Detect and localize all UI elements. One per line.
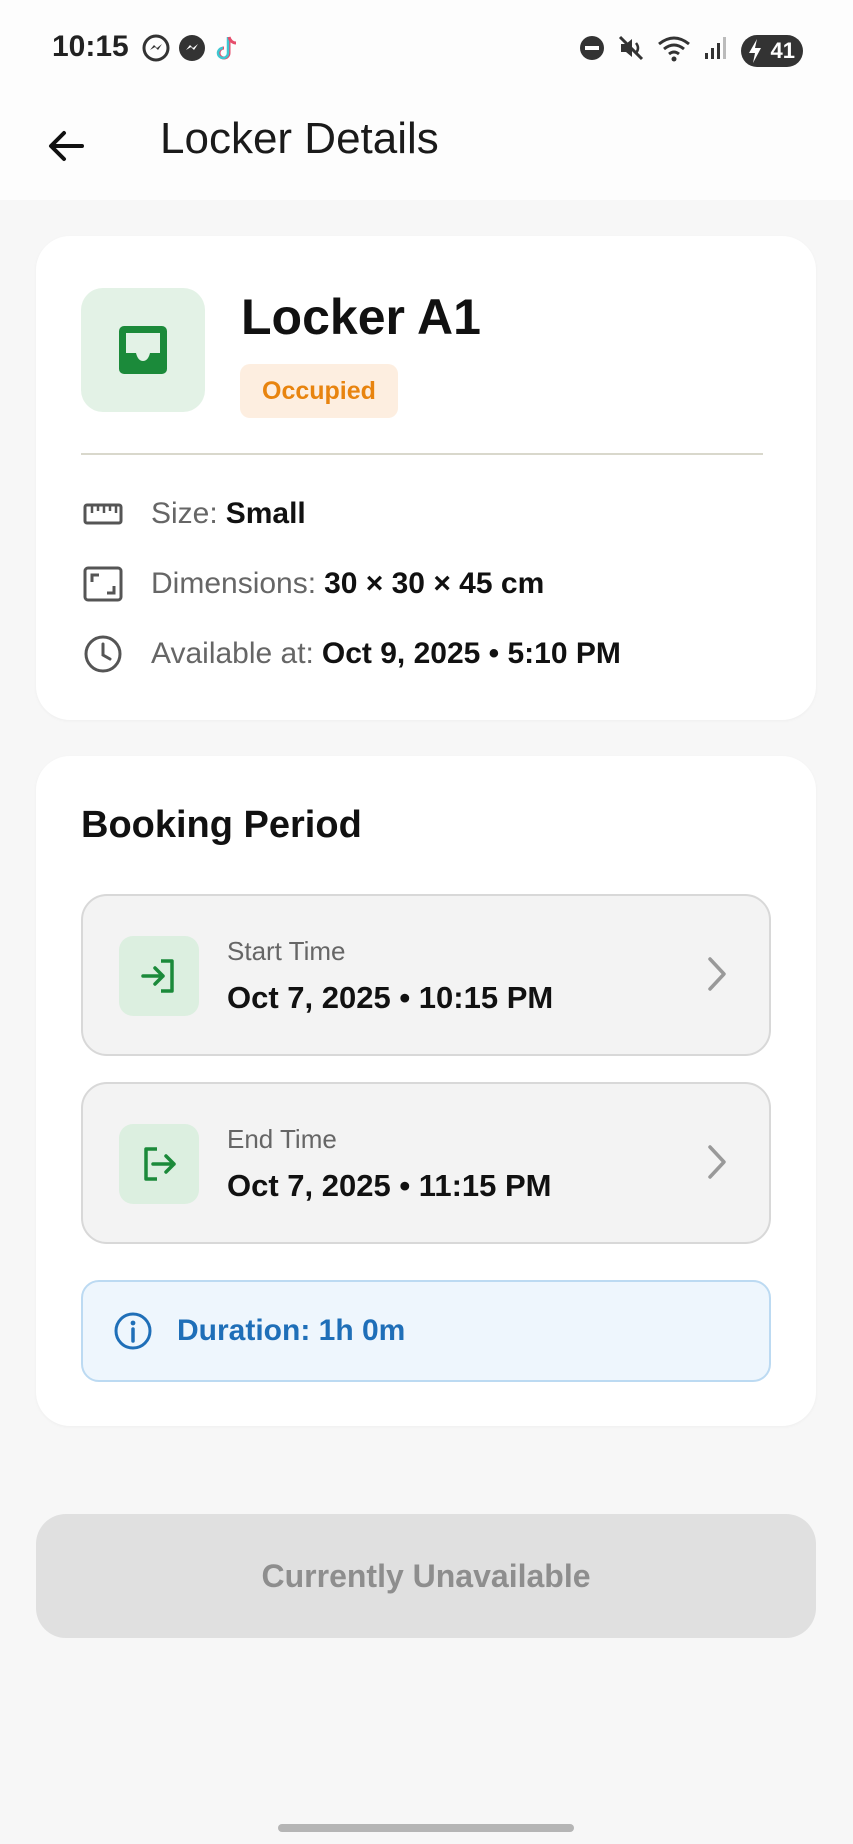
start-time-picker[interactable]: Start Time Oct 7, 2025 • 10:15 PM [81, 894, 771, 1056]
book-locker-button[interactable]: Currently Unavailable [36, 1514, 816, 1638]
end-time-value: Oct 7, 2025 • 11:15 PM [227, 1168, 552, 1203]
locker-name: Locker A1 [241, 289, 481, 345]
logout-icon [119, 1124, 199, 1204]
messenger-icon [178, 34, 206, 67]
messenger-icon [142, 34, 170, 67]
login-icon [119, 936, 199, 1016]
clock-icon [81, 632, 125, 676]
status-bar: 10:15 41 [0, 0, 853, 100]
battery-level: 41 [770, 37, 795, 63]
chevron-right-icon [705, 1142, 729, 1187]
size-label: Size: [151, 497, 218, 530]
mute-icon [617, 34, 645, 67]
wifi-icon [657, 34, 691, 67]
aspect-ratio-icon [81, 562, 125, 606]
status-badge: Occupied [240, 364, 398, 418]
start-time-label: Start Time [227, 936, 346, 966]
divider [81, 453, 763, 455]
chevron-right-icon [705, 954, 729, 999]
size-value: Small [225, 497, 306, 530]
size-row: Size: Small [81, 492, 306, 536]
ruler-icon [81, 492, 125, 536]
available-value: Oct 9, 2025 • 5:10 PM [321, 637, 621, 670]
info-icon [113, 1311, 153, 1351]
app-bar: Locker Details [0, 100, 853, 200]
locker-info-card: Locker A1 Occupied Size: Small Dimension… [36, 236, 816, 720]
do-not-disturb-icon [579, 35, 605, 66]
status-time: 10:15 [52, 30, 129, 63]
notification-icons [142, 34, 242, 67]
booking-section-title: Booking Period [81, 804, 362, 846]
system-icons: 41 [579, 34, 803, 67]
end-time-picker[interactable]: End Time Oct 7, 2025 • 11:15 PM [81, 1082, 771, 1244]
dimensions-label: Dimensions: [151, 567, 317, 600]
home-indicator[interactable] [278, 1824, 574, 1832]
page-title: Locker Details [160, 114, 439, 163]
signal-icon [703, 35, 729, 66]
start-time-value: Oct 7, 2025 • 10:15 PM [227, 980, 554, 1015]
inbox-tray-icon [119, 326, 167, 374]
available-label: Available at: [151, 637, 314, 670]
tiktok-icon [214, 34, 242, 67]
available-row: Available at: Oct 9, 2025 • 5:10 PM [81, 632, 621, 676]
dimensions-value: 30 × 30 × 45 cm [324, 567, 545, 600]
end-time-label: End Time [227, 1124, 337, 1154]
duration-text: Duration: 1h 0m [177, 1314, 406, 1347]
booking-period-card: Booking Period Start Time Oct 7, 2025 • … [36, 756, 816, 1426]
locker-avatar [81, 288, 205, 412]
battery-icon: 41 [741, 34, 803, 67]
dimensions-row: Dimensions: 30 × 30 × 45 cm [81, 562, 544, 606]
arrow-left-icon [49, 131, 84, 161]
back-button[interactable] [40, 120, 92, 172]
duration-info: Duration: 1h 0m [81, 1280, 771, 1382]
